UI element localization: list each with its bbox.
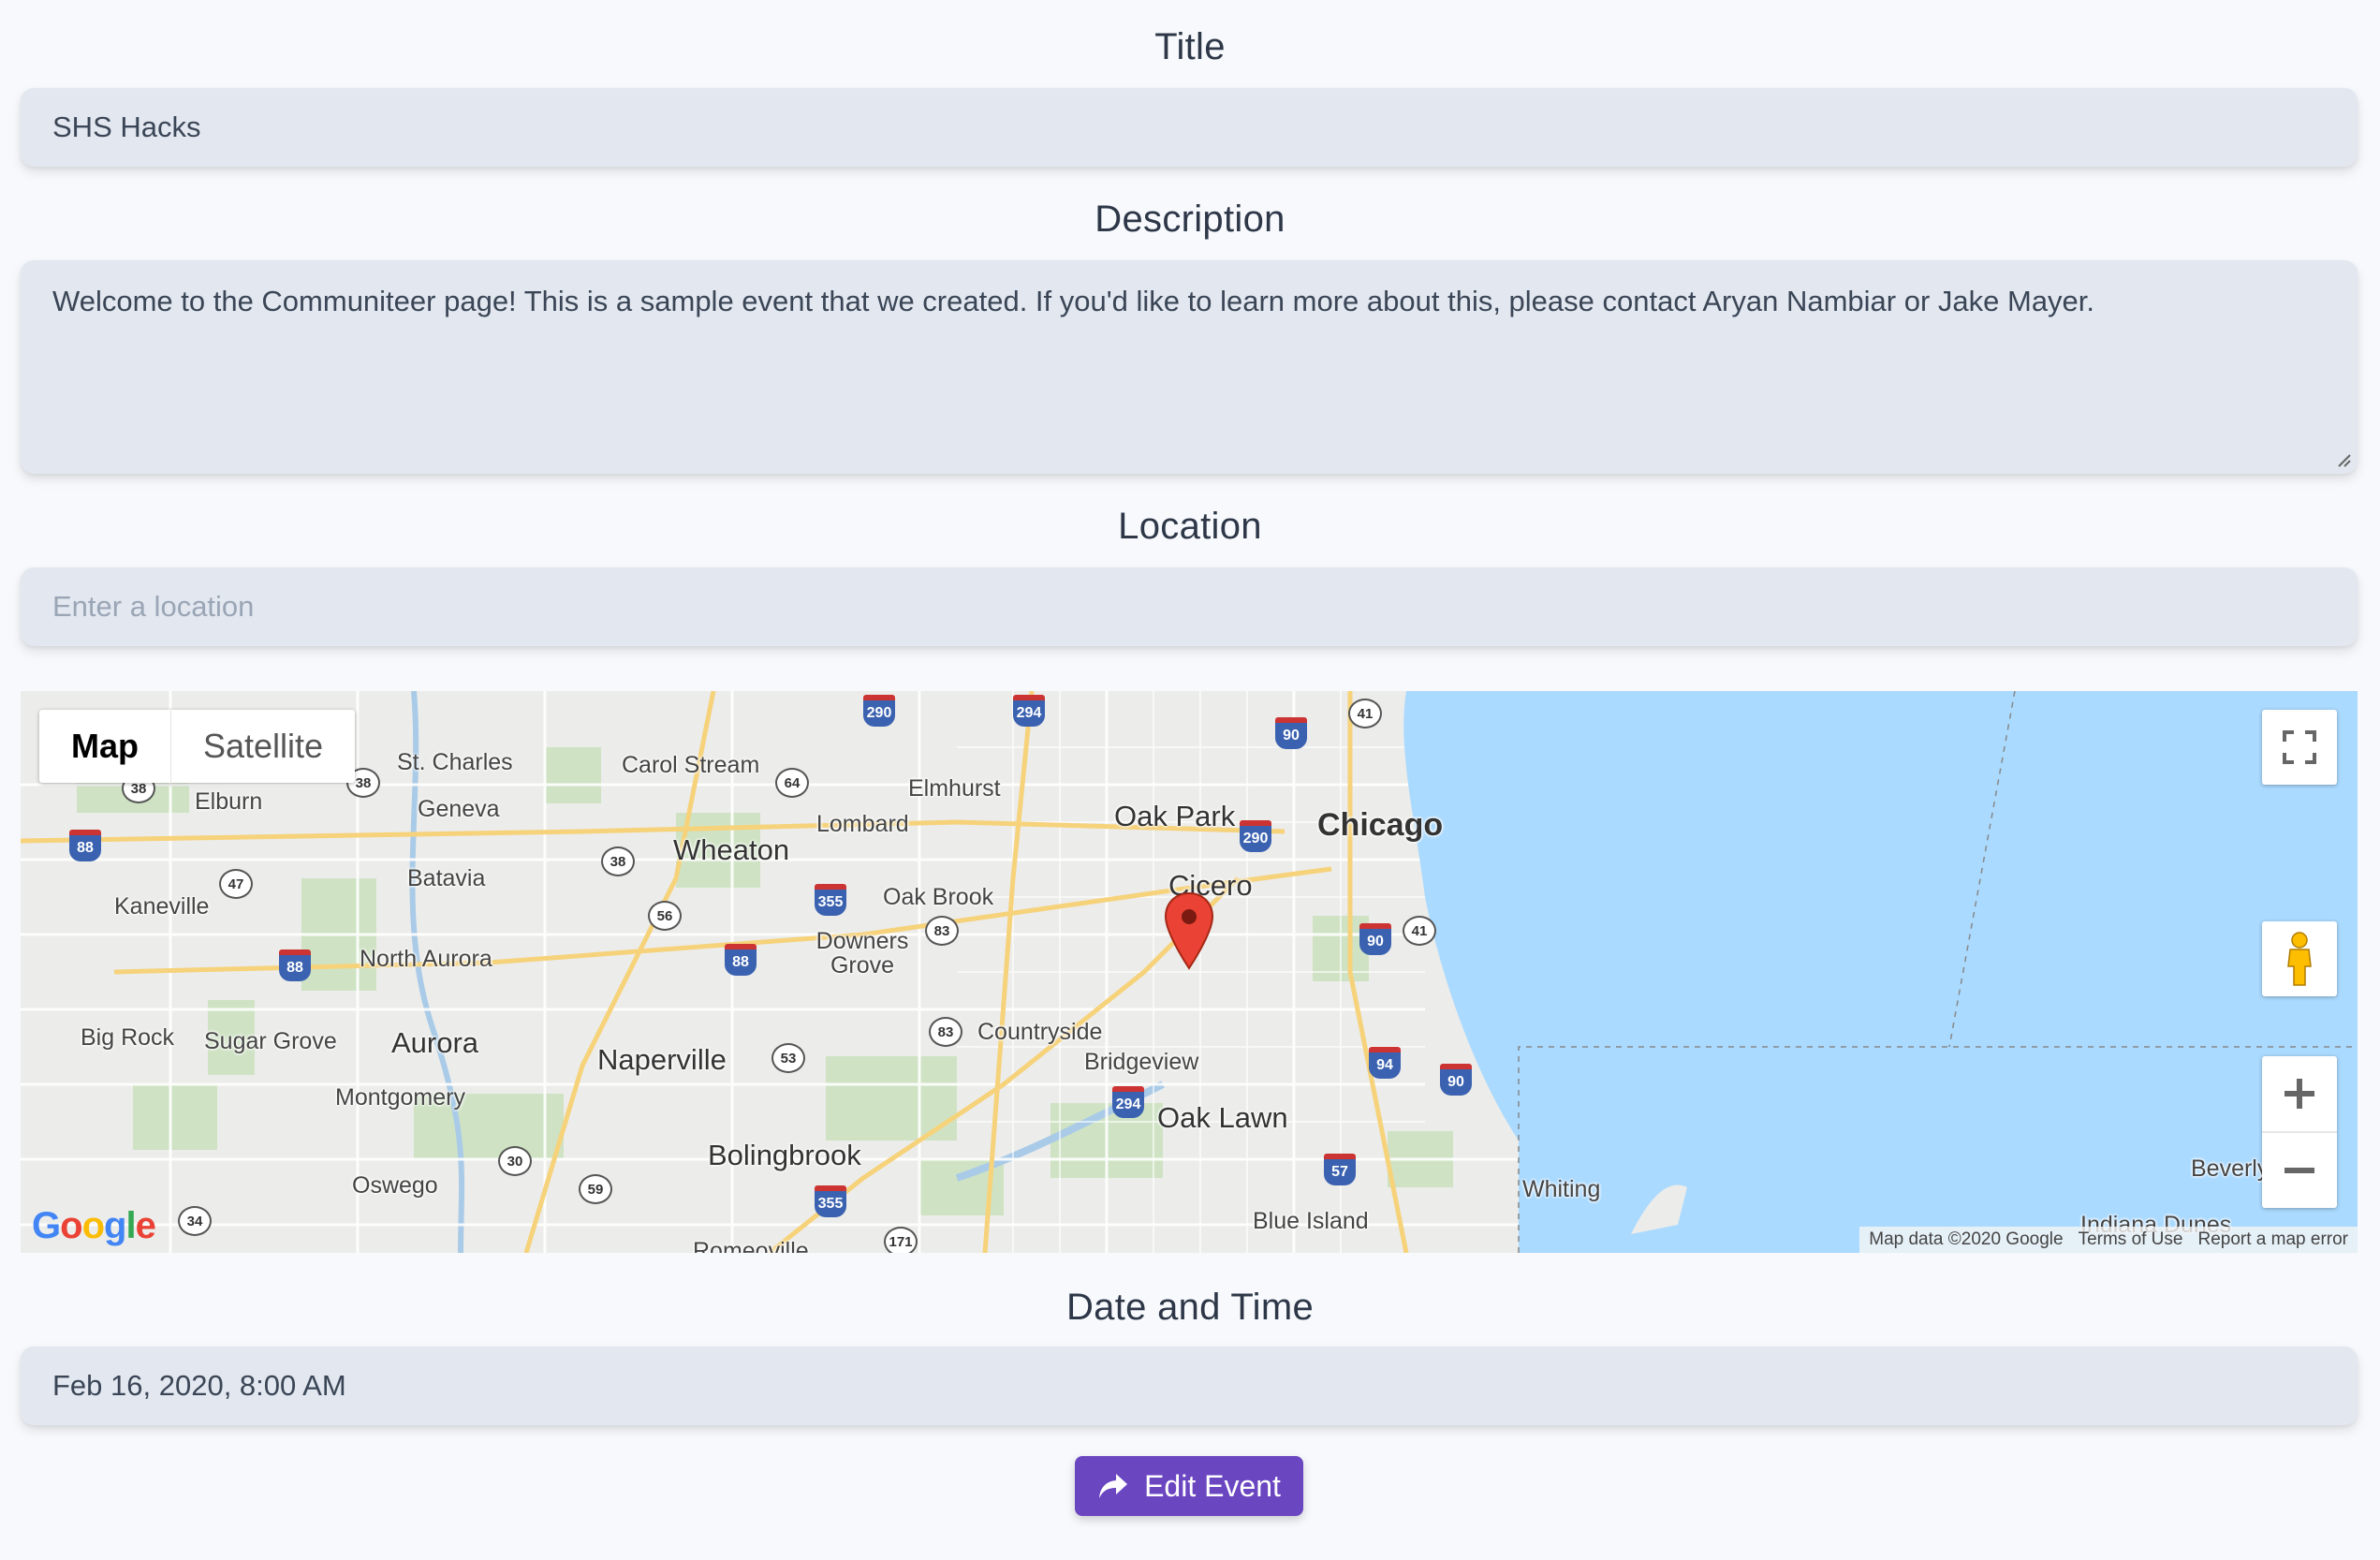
place-kaneville: Kaneville <box>114 893 210 920</box>
location-input[interactable]: Enter a location <box>21 567 2358 646</box>
highway-shield: 59 <box>579 1174 612 1204</box>
place-sugar-grove: Sugar Grove <box>204 1028 337 1054</box>
highway-shield: 47 <box>219 869 253 899</box>
fullscreen-button[interactable] <box>2262 710 2337 785</box>
place-blue-island: Blue Island <box>1253 1208 1369 1234</box>
place-romeoville: Romeoville <box>693 1238 809 1253</box>
description-text: Welcome to the Communiteer page! This is… <box>52 285 2095 317</box>
place-downers-grove: Downers Grove <box>815 928 909 979</box>
place-lombard: Lombard <box>816 811 909 837</box>
street-view-button[interactable] <box>2262 921 2337 996</box>
place-oak-lawn: Oak Lawn <box>1157 1101 1288 1134</box>
zoom-control <box>2262 1056 2337 1208</box>
place-wheaton: Wheaton <box>673 833 790 866</box>
place-whiting: Whiting <box>1522 1176 1601 1202</box>
highway-shield: 53 <box>771 1043 805 1073</box>
highway-shield: 56 <box>648 901 682 931</box>
fullscreen-icon <box>2283 730 2316 764</box>
place-chicago: Chicago <box>1317 807 1444 843</box>
place-big-rock: Big Rock <box>81 1024 175 1051</box>
highway-shield: 83 <box>925 916 959 946</box>
datetime-label: Date and Time <box>1065 1287 1315 1328</box>
edit-event-label: Edit Event <box>1144 1468 1281 1503</box>
highway-shield: 94 <box>1369 1047 1401 1079</box>
place-elburn: Elburn <box>195 788 263 815</box>
map-attribution: Map data ©2020 Google Terms of Use Repor… <box>1859 1227 2358 1253</box>
highway-shield: 355 <box>815 1185 846 1217</box>
place-countryside: Countryside <box>977 1019 1103 1045</box>
plus-icon <box>2285 1079 2314 1109</box>
highway-shield: 171 <box>884 1227 918 1253</box>
highway-shield: 90 <box>1440 1064 1472 1096</box>
place-st-charles: St. Charles <box>397 749 513 775</box>
zoom-in-button[interactable] <box>2262 1056 2337 1133</box>
terms-of-use-link[interactable]: Terms of Use <box>2079 1229 2183 1250</box>
place-elmhurst: Elmhurst <box>908 775 1001 802</box>
share-arrow-icon <box>1099 1474 1128 1498</box>
place-geneva: Geneva <box>418 796 500 822</box>
location-label: Location <box>1118 506 1262 547</box>
report-map-error-link[interactable]: Report a map error <box>2197 1229 2348 1250</box>
place-beverly: Beverly <box>2191 1155 2270 1182</box>
minus-icon <box>2285 1168 2314 1173</box>
place-bolingbrook: Bolingbrook <box>708 1139 861 1171</box>
highway-shield: 41 <box>1403 916 1436 946</box>
pegman-icon <box>2287 932 2312 986</box>
highway-shield: 41 <box>1348 699 1382 728</box>
place-north-aurora: North Aurora <box>360 946 492 972</box>
description-textarea[interactable]: Welcome to the Communiteer page! This is… <box>21 260 2358 474</box>
place-bridgeview: Bridgeview <box>1084 1049 1199 1075</box>
resize-grip-icon[interactable] <box>2333 449 2352 468</box>
highway-shield: 88 <box>279 949 311 981</box>
highway-shield: 83 <box>929 1017 962 1047</box>
zoom-out-button[interactable] <box>2262 1133 2337 1208</box>
highway-shield: 90 <box>1359 923 1391 955</box>
highway-shield: 88 <box>69 830 101 861</box>
place-oak-brook: Oak Brook <box>883 884 994 910</box>
place-oak-park: Oak Park <box>1114 800 1236 832</box>
highway-shield: 34 <box>178 1206 212 1236</box>
google-logo: Google <box>32 1205 156 1246</box>
highway-shield: 64 <box>775 768 809 798</box>
highway-shield: 355 <box>815 884 846 916</box>
place-montgomery: Montgomery <box>335 1084 465 1111</box>
datetime-input[interactable]: Feb 16, 2020, 8:00 AM <box>21 1347 2358 1425</box>
highway-shield: 290 <box>863 695 895 727</box>
place-batavia: Batavia <box>407 865 486 891</box>
highway-shield: 30 <box>498 1146 532 1176</box>
map-type-map-button[interactable]: Map <box>39 710 171 783</box>
highway-shield: 88 <box>725 944 757 976</box>
place-naperville: Naperville <box>597 1043 727 1076</box>
highway-shield: 290 <box>1240 820 1271 852</box>
highway-shield: 294 <box>1013 695 1045 727</box>
edit-event-button[interactable]: Edit Event <box>1075 1456 1303 1516</box>
highway-shield: 38 <box>601 846 635 876</box>
map-view[interactable]: Chicago Oak Park Cicero Elmhurst Carol S… <box>21 691 2358 1253</box>
map-data-text: Map data ©2020 Google <box>1869 1229 2064 1249</box>
title-input[interactable]: SHS Hacks <box>21 88 2358 167</box>
location-pin-icon[interactable] <box>1163 891 1215 970</box>
highway-shield: 57 <box>1324 1154 1356 1185</box>
place-aurora: Aurora <box>391 1026 479 1059</box>
description-label: Description <box>1095 199 1285 240</box>
highway-shield: 294 <box>1112 1086 1144 1118</box>
place-oswego: Oswego <box>352 1172 438 1199</box>
place-carol-stream: Carol Stream <box>622 752 760 778</box>
map-type-control: Map Satellite <box>39 710 356 783</box>
map-type-satellite-button[interactable]: Satellite <box>171 710 355 783</box>
title-label: Title <box>1154 26 1226 67</box>
highway-shield: 90 <box>1275 717 1307 749</box>
